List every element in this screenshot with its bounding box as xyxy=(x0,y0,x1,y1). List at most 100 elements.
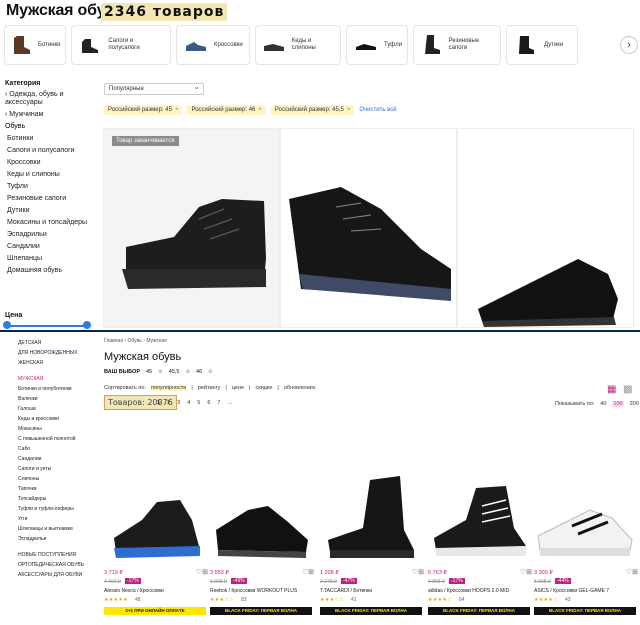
page-link[interactable]: 7 xyxy=(217,400,220,406)
product-card[interactable]: 3 719 ₽ ♡ ⊞ 4 404 ₽ -17% Alessio Nesca /… xyxy=(102,410,208,622)
sidebar-item-puffer-boots[interactable]: Дутики xyxy=(5,207,97,215)
product-name[interactable]: Reebok / Кроссовки WORKOUT PLUS xyxy=(210,588,297,594)
product-name[interactable]: adidas / Кроссовки HOOPS 2.0 MID xyxy=(428,588,509,594)
sidebar-item-home-shoes[interactable]: Домашняя обувь xyxy=(5,267,97,275)
page-link[interactable]: 4 xyxy=(187,400,190,406)
category-card-sneakers[interactable]: Кроссовки xyxy=(176,25,250,65)
sidebar-item-men[interactable]: ‹ Мужчинам xyxy=(5,111,97,119)
filter-chip-size-45[interactable]: Российский размер: 45 × xyxy=(104,105,183,115)
sidebar-item-flip-flops[interactable]: Шлепанцы и вьетнамки xyxy=(18,526,98,532)
close-icon[interactable]: ⊗ xyxy=(158,369,163,375)
sidebar-item-valenki[interactable]: Валенки xyxy=(18,396,98,402)
sidebar-item-new-arrivals[interactable]: НОВЫЕ ПОСТУПЛЕНИЯ xyxy=(18,552,98,558)
sort-option-price[interactable]: цене xyxy=(232,385,244,391)
product-card[interactable]: Товар заканчивается xyxy=(103,128,280,328)
sidebar-item-sneakers[interactable]: Кроссовки xyxy=(5,159,97,167)
filter-chip-46[interactable]: 46 xyxy=(196,369,202,375)
sidebar-item-dress-shoes[interactable]: Туфли xyxy=(5,183,97,191)
product-card[interactable] xyxy=(280,128,457,328)
category-card-dress-shoes[interactable]: Туфли xyxy=(346,25,408,65)
sidebar-item-boots[interactable]: Ботинки и полуботинки xyxy=(18,386,98,392)
sidebar-item-sandals[interactable]: Сандалии xyxy=(5,243,97,251)
sidebar-item-half-boots[interactable]: Сапоги и полусапоги xyxy=(5,147,97,155)
sidebar-item-slip-ons[interactable]: Слипоны xyxy=(18,476,98,482)
category-card-boots[interactable]: Ботинки xyxy=(4,25,66,65)
carousel-next-icon[interactable]: › xyxy=(620,36,638,54)
sidebar-item-topsiders[interactable]: Топсайдеры xyxy=(18,496,98,502)
sidebar-item-men[interactable]: МУЖСКАЯ xyxy=(18,376,98,382)
heart-icon[interactable]: ♡ xyxy=(412,568,418,576)
page-link[interactable]: 5 xyxy=(197,400,200,406)
sort-option-discount[interactable]: скидке xyxy=(255,385,272,391)
sidebar-item-sandals[interactable]: Сандалии xyxy=(18,456,98,462)
sort-option-popularity[interactable]: популярности xyxy=(150,385,187,391)
heart-icon[interactable]: ♡ xyxy=(626,568,632,576)
price-slider-min-handle[interactable] xyxy=(3,321,11,329)
sidebar-item-high-boots[interactable]: Сапоги и унты xyxy=(18,466,98,472)
heart-icon[interactable]: ♡ xyxy=(302,568,308,576)
sidebar-item-accessories[interactable]: АКСЕССУАРЫ ДЛЯ ОБУВИ xyxy=(18,572,98,578)
sidebar-item-shoes[interactable]: Обувь xyxy=(5,123,97,131)
filter-chip-45[interactable]: 45 xyxy=(146,369,152,375)
page-link[interactable]: 3 xyxy=(177,400,180,406)
per-page-option-100[interactable]: 100 xyxy=(612,401,624,407)
clear-all-link[interactable]: Очистить всё xyxy=(359,107,396,113)
sidebar-item-moccasins[interactable]: Мокасины xyxy=(18,426,98,432)
sidebar-item-clogs[interactable]: Сабо xyxy=(18,446,98,452)
cart-icon[interactable]: ⊞ xyxy=(632,568,638,576)
close-icon[interactable]: ⊗ xyxy=(185,369,190,375)
page-link[interactable]: 1 xyxy=(157,400,160,406)
filter-chip-size-46[interactable]: Российский размер: 46 × xyxy=(187,105,266,115)
category-card-slip-ons[interactable]: Кеды и слипоны xyxy=(255,25,341,65)
breadcrumb[interactable]: Главная › Обувь › Мужская xyxy=(104,338,167,344)
product-card[interactable]: 3 309 ₽ ♡ ⊞ 5 998 ₽ -44% ASICS / Кроссов… xyxy=(532,410,638,622)
close-icon[interactable]: ⊗ xyxy=(208,369,213,375)
cart-icon[interactable]: ⊞ xyxy=(308,568,314,576)
product-name[interactable]: Alessio Nesca / Кроссовки xyxy=(104,588,164,594)
sidebar-item-orthopedic[interactable]: ОРТОПЕДИЧЕСКАЯ ОБУВЬ xyxy=(18,562,98,568)
category-card-puffer-boots[interactable]: Дутики xyxy=(506,25,578,65)
page-ellipsis[interactable]: ... xyxy=(227,400,232,406)
product-card[interactable]: 1 208 ₽ ♡ ⊞ 2 279 ₽ -47% T.TACCARDI / Бо… xyxy=(318,410,424,622)
cart-icon[interactable]: ⊞ xyxy=(418,568,424,576)
price-slider-max-handle[interactable] xyxy=(83,321,91,329)
close-icon[interactable]: × xyxy=(347,107,351,113)
product-card[interactable]: 5 763 ₽ ♡ ⊞ 6 858 ₽ -17% adidas / Кроссо… xyxy=(426,410,532,622)
sidebar-item-newborn[interactable]: ДЛЯ НОВОРОЖДЕННЫХ xyxy=(18,350,98,356)
sidebar-item-sneakers[interactable]: Кеды и кроссовки xyxy=(18,416,98,422)
filter-chip-45-5[interactable]: 45,5 xyxy=(169,369,180,375)
close-icon[interactable]: × xyxy=(258,107,262,113)
category-card-half-boots[interactable]: Сапоги и полусапоги xyxy=(71,25,171,65)
sidebar-item-boots[interactable]: Ботинки xyxy=(5,135,97,143)
sidebar-item-loafers[interactable]: Туфли и туфли-лоферы xyxy=(18,506,98,512)
sidebar-item-espadrilles[interactable]: Эспадрильи xyxy=(5,231,97,239)
sidebar-item-slippers[interactable]: Тапочки xyxy=(18,486,98,492)
category-card-rubber-boots[interactable]: Резиновые сапоги xyxy=(413,25,501,65)
product-name[interactable]: T.TACCARDI / Ботинки xyxy=(320,588,372,594)
sidebar-item-flip-flops[interactable]: Шлепанцы xyxy=(5,255,97,263)
filter-chip-size-45-5[interactable]: Российский размер: 45,5 × xyxy=(270,105,355,115)
price-slider-track[interactable] xyxy=(5,325,89,327)
sidebar-item-espadrilles[interactable]: Эспадрильи xyxy=(18,536,98,542)
product-card[interactable] xyxy=(457,128,634,328)
grid-view-icon[interactable]: ▦ xyxy=(607,384,616,395)
close-icon[interactable]: × xyxy=(175,107,179,113)
sidebar-item-slip-ons[interactable]: Кеды и слипоны xyxy=(5,171,97,179)
sidebar-item-galoshes[interactable]: Галоши xyxy=(18,406,98,412)
heart-icon[interactable]: ♡ xyxy=(520,568,526,576)
sort-select[interactable]: Популярные xyxy=(104,82,204,95)
sidebar-item-rubber-boots[interactable]: Резиновые сапоги xyxy=(5,195,97,203)
product-card[interactable]: 3 553 ₽ ♡ ⊞ 6 098 ₽ -49% Reebok / Кроссо… xyxy=(208,410,314,622)
sidebar-item-wide-fit[interactable]: С повышенной полнотой xyxy=(18,436,98,442)
sidebar-item-women[interactable]: ЖЕНСКАЯ xyxy=(18,360,98,366)
per-page-option-40[interactable]: 40 xyxy=(600,401,606,407)
sort-option-rating[interactable]: рейтингу xyxy=(198,385,221,391)
per-page-option-200[interactable]: 200 xyxy=(630,401,639,407)
sort-option-update[interactable]: обновлению xyxy=(284,385,316,391)
sidebar-item-moccasins[interactable]: Мокасины и топсайдеры xyxy=(5,219,97,227)
page-link[interactable]: 6 xyxy=(207,400,210,406)
page-link[interactable]: 2 xyxy=(167,400,170,406)
sidebar-item-clothing[interactable]: ‹ Одежда, обувь и аксессуары xyxy=(5,91,97,107)
sidebar-item-kids[interactable]: ДЕТСКАЯ xyxy=(18,340,98,346)
sidebar-item-uggs[interactable]: Угги xyxy=(18,516,98,522)
